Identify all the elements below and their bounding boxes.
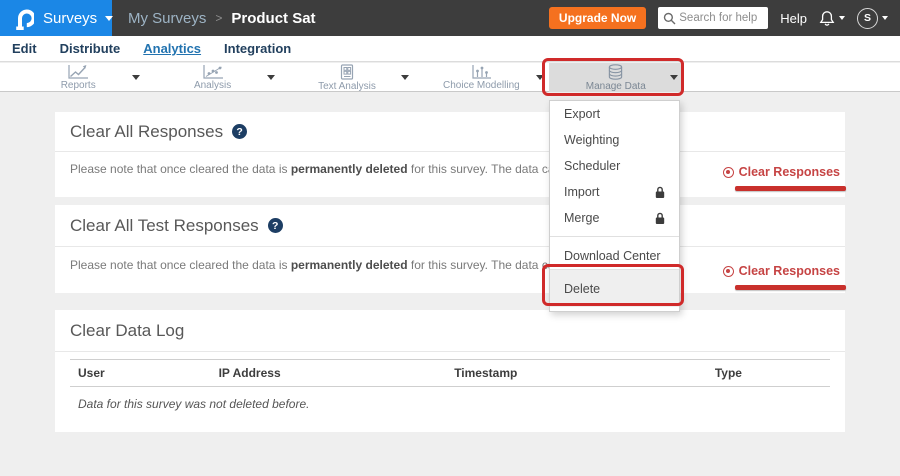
breadcrumb-separator: > xyxy=(215,11,222,25)
chevron-down-icon xyxy=(105,16,113,21)
clear-all-responses-section: Clear All Responses ? Please note that o… xyxy=(55,112,845,197)
chevron-down-icon[interactable] xyxy=(132,75,140,80)
tab-edit[interactable]: Edit xyxy=(12,41,37,56)
breadcrumb-my-surveys[interactable]: My Surveys xyxy=(128,10,206,27)
toolbar-choice-modelling[interactable]: Choice Modelling xyxy=(414,63,548,92)
toolbar-manage-data[interactable]: Manage Data xyxy=(549,63,683,92)
database-icon xyxy=(607,64,624,80)
account-menu-button[interactable]: S xyxy=(857,8,888,29)
survey-nav: Edit Distribute Analytics Integration xyxy=(0,36,900,62)
menu-item-scheduler[interactable]: Scheduler xyxy=(550,153,679,179)
help-search xyxy=(658,7,768,29)
chevron-down-icon[interactable] xyxy=(267,75,275,80)
clear-all-test-responses-section: Clear All Test Responses ? Please note t… xyxy=(55,205,845,293)
clear-test-responses-button[interactable]: Clear Responses xyxy=(723,264,840,278)
chevron-down-icon xyxy=(839,16,845,20)
help-icon[interactable]: ? xyxy=(268,218,283,233)
line-chart-icon xyxy=(66,64,90,79)
help-icon[interactable]: ? xyxy=(232,124,247,139)
upgrade-now-button[interactable]: Upgrade Now xyxy=(549,7,646,29)
chevron-down-icon[interactable] xyxy=(670,75,678,80)
breadcrumb: My Surveys > Product Sat xyxy=(128,10,316,27)
clear-responses-icon xyxy=(723,167,734,178)
empty-log-message: Data for this survey was not deleted bef… xyxy=(78,397,830,411)
product-name: Surveys xyxy=(43,10,97,27)
menu-item-import[interactable]: Import xyxy=(550,179,679,205)
notifications-button[interactable] xyxy=(819,10,845,27)
tab-analytics[interactable]: Analytics xyxy=(143,41,201,56)
top-bar: Surveys My Surveys > Product Sat Upgrade… xyxy=(0,0,900,36)
section-title: Clear Data Log xyxy=(70,321,184,341)
column-header-ip-address: IP Address xyxy=(211,360,447,387)
menu-item-merge[interactable]: Merge xyxy=(550,205,679,231)
section-title: Clear All Test Responses xyxy=(70,216,259,236)
toolbar-analysis[interactable]: Analysis xyxy=(145,63,279,92)
bell-icon xyxy=(819,10,835,27)
lock-icon xyxy=(655,186,665,199)
tab-distribute[interactable]: Distribute xyxy=(60,41,121,56)
clear-data-log-table: User IP Address Timestamp Type xyxy=(70,359,830,387)
lock-icon xyxy=(655,212,665,225)
clear-responses-icon xyxy=(723,266,734,277)
column-header-user: User xyxy=(70,360,211,387)
scatter-chart-icon xyxy=(201,64,225,79)
questionpro-logo-icon xyxy=(13,7,34,30)
search-icon xyxy=(663,12,676,25)
menu-item-download-center[interactable]: Download Center xyxy=(550,243,679,269)
chevron-down-icon[interactable] xyxy=(536,75,544,80)
surveys-product-switcher[interactable]: Surveys xyxy=(0,0,112,36)
avatar: S xyxy=(857,8,878,29)
document-grid-icon xyxy=(339,64,355,80)
section-title: Clear All Responses xyxy=(70,122,223,142)
toolbar-text-analysis[interactable]: Text Analysis xyxy=(280,63,414,92)
clear-data-log-section: Clear Data Log User IP Address Timestamp… xyxy=(55,310,845,432)
tab-integration[interactable]: Integration xyxy=(224,41,291,56)
menu-item-export[interactable]: Export xyxy=(550,101,679,127)
menu-item-weighting[interactable]: Weighting xyxy=(550,127,679,153)
toolbar-reports[interactable]: Reports xyxy=(11,63,145,92)
column-header-type: Type xyxy=(707,360,830,387)
chevron-down-icon[interactable] xyxy=(401,75,409,80)
menu-separator xyxy=(550,236,679,237)
manage-data-menu: Export Weighting Scheduler Import Merge … xyxy=(549,100,680,312)
clear-responses-button[interactable]: Clear Responses xyxy=(723,165,840,179)
breadcrumb-current-survey: Product Sat xyxy=(231,10,315,27)
help-link[interactable]: Help xyxy=(780,11,807,26)
column-header-timestamp: Timestamp xyxy=(446,360,707,387)
chevron-down-icon xyxy=(882,16,888,20)
bar-chart-icon xyxy=(470,64,492,79)
menu-item-delete[interactable]: Delete xyxy=(550,269,679,307)
analytics-toolbar: Reports Analysis T xyxy=(0,63,900,92)
